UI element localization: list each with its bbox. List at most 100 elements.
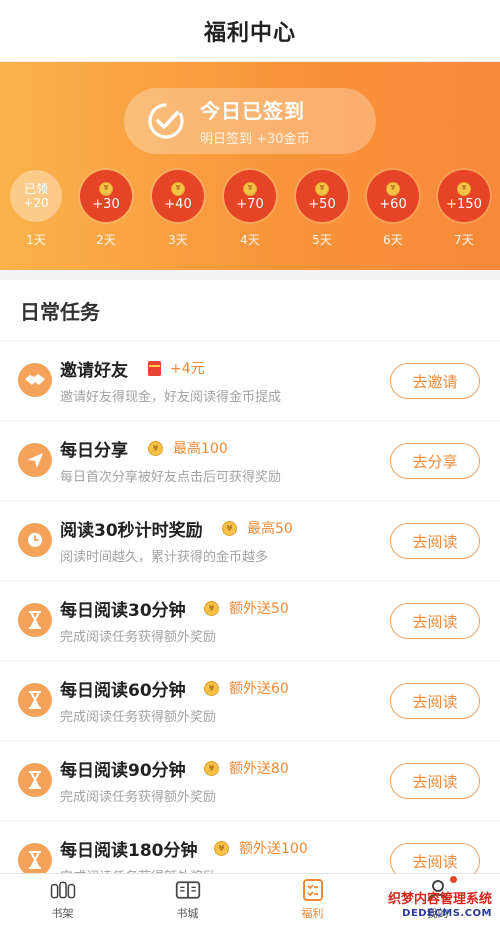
check-circle-icon [148, 103, 184, 139]
task-title: 阅读30秒计时奖励 [60, 521, 203, 541]
read-button[interactable]: 去阅读 [390, 523, 480, 559]
task-description: 完成阅读任务获得额外奖励 [60, 710, 217, 725]
signin-day-4: ¥ +70 4天 [222, 170, 278, 248]
task-read-30min: 每日阅读30分钟 ¥ 额外送50 完成阅读任务获得额外奖励 去阅读 [0, 580, 500, 660]
coin-amount: +30 [92, 196, 120, 212]
signin-day-1: 已领 +20 1天 [8, 170, 64, 248]
task-reward: ¥ 额外送100 [214, 838, 308, 858]
day-label: 4天 [240, 233, 260, 247]
task-invite-friends: 邀请好友 +4元 邀请好友得现金，好友阅读得金币提成 去邀请 [0, 340, 500, 420]
invite-button[interactable]: 去邀请 [390, 363, 480, 399]
task-description: 邀请好友得现金，好友阅读得金币提成 [60, 390, 282, 405]
task-read-60min: 每日阅读60分钟 ¥ 额外送60 完成阅读任务获得额外奖励 去阅读 [0, 660, 500, 740]
welfare-center-page: 福利中心 今日已签到 明日签到 +30金币 已领 +20 1天 ¥ +30 2天… [0, 0, 500, 925]
task-title: 邀请好友 [60, 361, 128, 381]
watermark-line-2: DEDECMS.COM [402, 907, 492, 919]
read-button[interactable]: 去阅读 [390, 683, 480, 719]
task-title: 每日阅读60分钟 [60, 681, 186, 701]
task-reward: ¥ 最高50 [222, 518, 293, 538]
reward-text: +4元 [170, 361, 205, 377]
claimed-label: 已领 [23, 182, 48, 196]
task-reward: +4元 [148, 358, 205, 378]
read-button[interactable]: 去阅读 [390, 603, 480, 639]
bookshelf-icon [50, 878, 76, 902]
tab-label: 书城 [176, 907, 199, 920]
signin-day-5: ¥ +50 5天 [294, 170, 350, 248]
coin-amount: +40 [164, 196, 192, 212]
task-reward: ¥ 额外送80 [204, 758, 289, 778]
coin-amount: +70 [236, 196, 264, 212]
day-label: 2天 [96, 233, 116, 247]
signin-status-text: 今日已签到 [200, 99, 305, 123]
read-button[interactable]: 去阅读 [390, 763, 480, 799]
hourglass-icon [18, 683, 52, 717]
coin-icon: ¥ [204, 600, 219, 616]
coin-icon: ¥ [214, 840, 229, 856]
task-title: 每日阅读180分钟 [60, 841, 198, 861]
section-title: 日常任务 [20, 299, 100, 324]
hourglass-icon [18, 763, 52, 797]
red-packet-icon [148, 360, 161, 376]
clock-icon [18, 523, 52, 557]
coin-icon: ¥ [222, 520, 237, 536]
coin-icon: ¥ [204, 680, 219, 696]
tab-bookshelf[interactable]: 书架 [0, 874, 125, 925]
coin-amount: +50 [308, 196, 336, 212]
coin-badge: ¥ +50 [296, 170, 348, 222]
signed-status-pill: 今日已签到 明日签到 +30金币 [124, 88, 376, 154]
task-reward: ¥ 额外送60 [204, 678, 289, 698]
book-icon [175, 878, 201, 902]
tab-bookstore[interactable]: 书城 [125, 874, 250, 925]
tab-welfare[interactable]: 福利 [250, 874, 375, 925]
coin-badge: ¥ +30 [80, 170, 132, 222]
task-read-90min: 每日阅读90分钟 ¥ 额外送80 完成阅读任务获得额外奖励 去阅读 [0, 740, 500, 820]
signin-day-6: ¥ +60 6天 [365, 170, 421, 248]
coin-badge: ¥ +40 [152, 170, 204, 222]
coin-amount: +60 [379, 196, 407, 212]
signin-day-2: ¥ +30 2天 [78, 170, 134, 248]
coin-badge: 已领 +20 [10, 170, 62, 222]
reward-text: 最高100 [173, 441, 228, 457]
task-reward: ¥ 最高100 [148, 438, 228, 458]
coin-icon: ¥ [171, 181, 185, 196]
share-button[interactable]: 去分享 [390, 443, 480, 479]
day-label: 6天 [383, 233, 403, 247]
paper-plane-icon [18, 443, 52, 477]
hourglass-icon [18, 843, 52, 877]
checklist-icon [300, 878, 326, 902]
handshake-icon [18, 363, 52, 397]
reward-text: 额外送100 [239, 841, 308, 857]
signin-day-3: ¥ +40 3天 [150, 170, 206, 248]
coin-icon: ¥ [457, 181, 471, 196]
reward-text: 额外送50 [229, 601, 289, 617]
signin-day-7: ¥ +150 7天 [436, 170, 492, 248]
coin-amount: +150 [446, 196, 482, 212]
day-label: 7天 [454, 233, 474, 247]
coin-badge: ¥ +150 [438, 170, 490, 222]
tomorrow-reward-text: 明日签到 +30金币 [200, 132, 310, 147]
coin-amount: +20 [23, 196, 49, 210]
coin-icon: ¥ [315, 181, 329, 196]
task-description: 每日首次分享被好友点击后可获得奖励 [60, 470, 282, 485]
coin-badge: ¥ +70 [224, 170, 276, 222]
header: 福利中心 [0, 0, 500, 62]
daily-tasks-section: 日常任务 邀请好友 +4元 邀请好友得现金，好友阅读得金币提成 去邀请 每日分享… [0, 280, 500, 900]
task-title: 每日阅读30分钟 [60, 601, 186, 621]
day-label: 1天 [26, 233, 46, 247]
day-label: 5天 [312, 233, 332, 247]
coin-badge: ¥ +60 [367, 170, 419, 222]
day-label: 3天 [168, 233, 188, 247]
watermark: 织梦内容管理系统 DEDECMS.COM [388, 892, 492, 919]
reward-text: 额外送80 [229, 761, 289, 777]
tab-label: 福利 [301, 907, 324, 920]
task-reward: ¥ 额外送50 [204, 598, 289, 618]
task-title: 每日阅读90分钟 [60, 761, 186, 781]
task-description: 完成阅读任务获得额外奖励 [60, 630, 217, 645]
task-daily-share: 每日分享 ¥ 最高100 每日首次分享被好友点击后可获得奖励 去分享 [0, 420, 500, 500]
task-title: 每日分享 [60, 441, 128, 461]
reward-text: 额外送60 [229, 681, 289, 697]
hourglass-icon [18, 603, 52, 637]
coin-icon: ¥ [204, 760, 219, 776]
notification-dot [449, 876, 457, 883]
reward-text: 最高50 [247, 521, 293, 537]
